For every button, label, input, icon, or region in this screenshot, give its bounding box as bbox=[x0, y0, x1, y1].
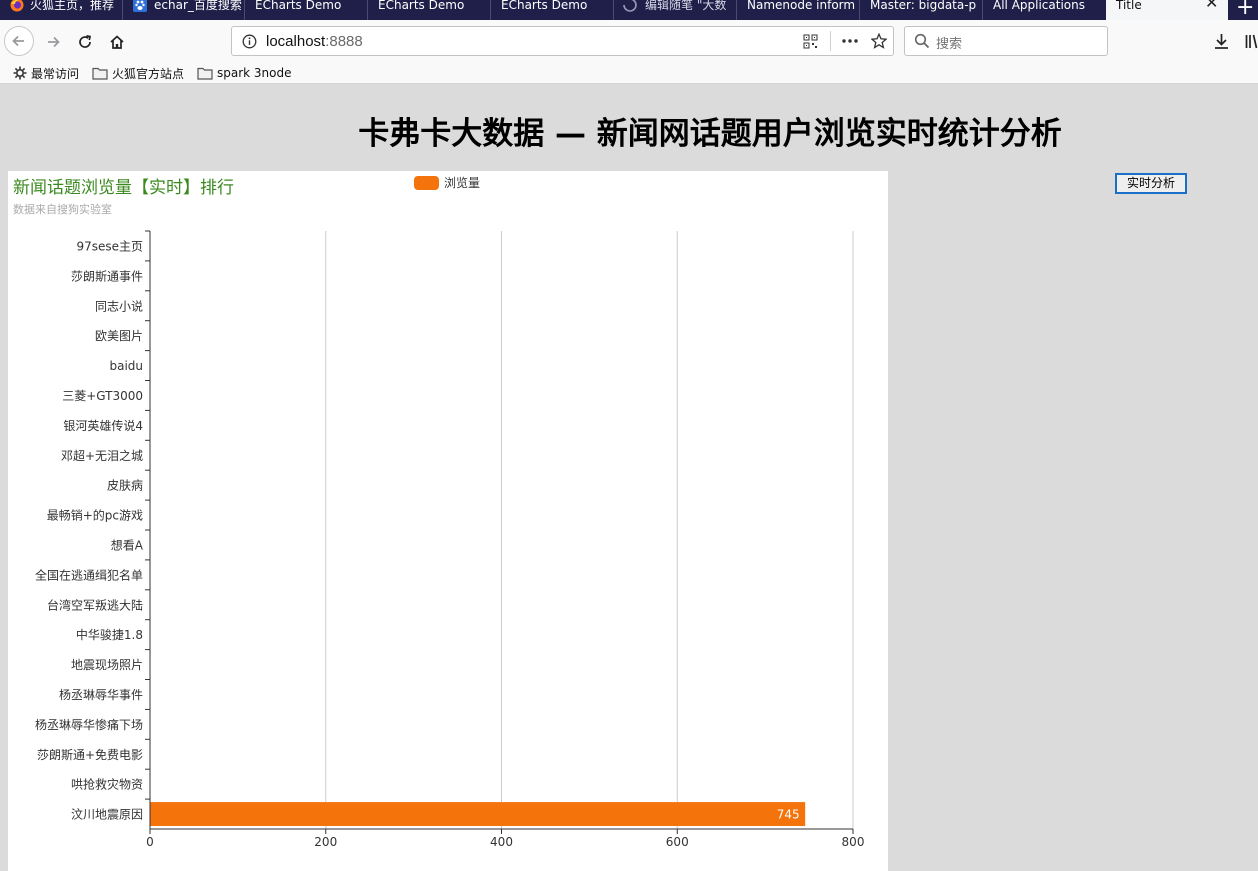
tab-label: All Applications bbox=[993, 0, 1085, 12]
page-title: 卡弗卡大数据 — 新闻网话题用户浏览实时统计分析 bbox=[358, 116, 1062, 152]
url-divider bbox=[830, 31, 831, 51]
y-category-label: 莎朗斯通事件 bbox=[71, 269, 143, 283]
bar-value-label: 745 bbox=[777, 808, 800, 822]
tab-all-applications[interactable]: All Applications bbox=[983, 0, 1105, 20]
download-icon[interactable] bbox=[1213, 33, 1230, 50]
home-icon bbox=[110, 35, 124, 49]
spinner-icon bbox=[623, 0, 637, 12]
bookmark-most-visited[interactable]: 最常访问 bbox=[13, 64, 79, 82]
x-tick-label: 600 bbox=[666, 835, 689, 849]
bar-chart-plot: 0 200 400 600 800 97sese主页莎朗斯通事件同志小说欧美图片 baidu… bbox=[35, 230, 865, 849]
y-category-label: 台湾空军叛逃大陆 bbox=[47, 597, 143, 612]
bookmark-label: spark 3node bbox=[217, 66, 292, 80]
url-host: localhost bbox=[266, 33, 326, 50]
tab-label: Master: bigdata-p bbox=[870, 0, 977, 12]
x-tick-label: 400 bbox=[490, 835, 513, 849]
tab-title-active[interactable]: Title ✕ bbox=[1106, 0, 1228, 20]
tab-spark-master[interactable]: Master: bigdata-p bbox=[860, 0, 982, 20]
y-category-label: 欧美图片 bbox=[95, 329, 143, 343]
tab-strip: 火狐主页，推荐 echar_百度搜索 ECharts Demo ECharts … bbox=[0, 0, 1258, 20]
url-text[interactable]: localhost:8888 bbox=[266, 33, 363, 50]
back-button[interactable] bbox=[4, 26, 34, 56]
y-category-label: 莎朗斯通+免费电影 bbox=[37, 747, 143, 762]
forward-button[interactable] bbox=[37, 26, 69, 58]
y-category-label: 地震现场照片 bbox=[71, 658, 143, 672]
firefox-icon bbox=[10, 0, 24, 12]
page-actions-icon[interactable] bbox=[842, 39, 858, 43]
qr-code-icon[interactable] bbox=[803, 34, 818, 49]
y-category-label: 皮肤病 bbox=[107, 478, 143, 493]
tab-label: Title bbox=[1116, 0, 1142, 12]
bookmark-spark-3node[interactable]: spark 3node bbox=[197, 64, 292, 82]
y-category-label: 想看A bbox=[111, 537, 144, 552]
tab-echarts-demo-1[interactable]: ECharts Demo bbox=[245, 0, 367, 20]
new-tab-icon[interactable]: + bbox=[1236, 0, 1254, 20]
arrow-left-icon bbox=[12, 35, 24, 47]
search-placeholder: 搜索 bbox=[936, 37, 963, 52]
bookmark-star-icon[interactable] bbox=[871, 33, 887, 49]
x-tick-label: 0 bbox=[146, 835, 154, 849]
y-category-label: 哄抢救灾物资 bbox=[71, 777, 143, 792]
y-category-label: 杨丞琳辱华惨痛下场 bbox=[35, 717, 143, 732]
realtime-analysis-button[interactable]: 实时分析 bbox=[1115, 173, 1187, 194]
home-button[interactable] bbox=[101, 26, 133, 58]
y-category-label: 邓超+无泪之城 bbox=[61, 448, 143, 463]
tab-namenode[interactable]: Namenode inform bbox=[737, 0, 859, 20]
tab-label: ECharts Demo bbox=[255, 0, 342, 12]
y-category-label: 汶川地震原因 bbox=[71, 807, 143, 822]
bookmark-label: 最常访问 bbox=[31, 66, 80, 81]
y-category-label: 三菱+GT3000 bbox=[62, 389, 143, 403]
x-tick-label: 200 bbox=[314, 835, 337, 849]
url-port: :8888 bbox=[325, 33, 363, 50]
arrow-right-icon bbox=[48, 36, 60, 48]
y-category-label: 银河英雄传说4 bbox=[63, 418, 143, 433]
tab-firefox-home[interactable]: 火狐主页，推荐 bbox=[0, 0, 122, 20]
y-category-label: 中华骏捷1.8 bbox=[76, 627, 143, 642]
library-icon[interactable] bbox=[1245, 33, 1258, 50]
y-category-label: 同志小说 bbox=[95, 298, 143, 313]
y-category-label: 97sese主页 bbox=[76, 239, 143, 253]
tab-label: 编辑随笔 "大数 bbox=[645, 0, 727, 12]
y-category-label: 最畅销+的pc游戏 bbox=[47, 508, 143, 523]
y-category-label: baidu bbox=[109, 359, 143, 373]
tab-label: ECharts Demo bbox=[501, 0, 588, 12]
tab-label: ECharts Demo bbox=[378, 0, 465, 12]
x-tick-label: 800 bbox=[842, 835, 865, 849]
search-icon bbox=[914, 33, 930, 49]
y-category-label: 杨丞琳辱华事件 bbox=[59, 687, 143, 702]
bookmarks-toolbar bbox=[0, 62, 1258, 84]
baidu-paw-icon bbox=[133, 0, 147, 12]
search-bar[interactable]: 搜索 bbox=[904, 26, 1108, 56]
reload-button[interactable] bbox=[69, 26, 101, 58]
chart-container: 新闻话题浏览量【实时】排行 数据来自搜狗实验室 浏览量 0 200 400 600 80… bbox=[8, 171, 888, 871]
y-category-label: 全国在逃通缉犯名单 bbox=[35, 567, 143, 582]
tab-echarts-demo-2[interactable]: ECharts Demo bbox=[368, 0, 490, 20]
tab-echar-search[interactable]: echar_百度搜索 bbox=[123, 0, 244, 20]
tab-label: echar_百度搜索 bbox=[154, 0, 242, 12]
tab-label: 火狐主页，推荐 bbox=[30, 0, 115, 12]
bookmark-label: 火狐官方站点 bbox=[112, 66, 185, 81]
tab-edit-post[interactable]: 编辑随笔 "大数 bbox=[614, 0, 736, 20]
info-icon[interactable] bbox=[242, 34, 257, 49]
url-bar[interactable]: localhost:8888 bbox=[231, 26, 894, 56]
bookmark-firefox-official[interactable]: 火狐官方站点 bbox=[92, 64, 184, 82]
tab-echarts-demo-3[interactable]: ECharts Demo bbox=[491, 0, 613, 20]
tab-label: Namenode inform bbox=[747, 0, 856, 12]
folder-icon bbox=[197, 67, 213, 80]
reload-icon bbox=[79, 34, 92, 48]
close-tab-icon[interactable]: ✕ bbox=[1205, 0, 1218, 11]
gear-icon bbox=[13, 66, 27, 80]
bar bbox=[150, 802, 806, 827]
folder-icon bbox=[92, 67, 108, 80]
